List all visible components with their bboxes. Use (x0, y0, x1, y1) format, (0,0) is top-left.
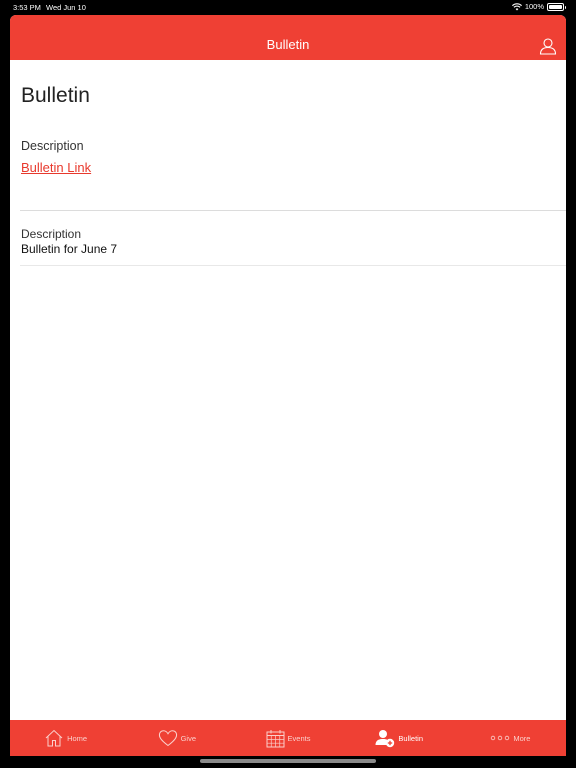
description-label-2: Description (21, 227, 82, 241)
tab-give[interactable]: Give (121, 720, 232, 756)
tab-more[interactable]: More (455, 720, 566, 756)
heart-icon (158, 730, 177, 747)
tab-bulletin-label: Bulletin (398, 733, 424, 743)
tab-give-label: Give (180, 733, 197, 743)
bulletin-link[interactable]: Bulletin Link (21, 160, 91, 175)
tab-bulletin[interactable]: Bulletin (344, 720, 455, 756)
description-label: Description (21, 139, 84, 153)
description-value: Bulletin for June 7 (21, 242, 118, 256)
status-right: 100% (511, 2, 566, 11)
tab-bar: Home Give Events Bulletin More (10, 720, 566, 756)
tab-home-label: Home (67, 733, 88, 743)
home-icon (45, 729, 63, 747)
more-dots-icon (491, 735, 510, 741)
tab-more-label: More (513, 733, 531, 743)
battery-icon (547, 2, 566, 11)
person-outline-icon[interactable] (539, 37, 557, 55)
battery-percent: 100% (524, 2, 544, 11)
status-time: 3:53 PM (13, 3, 41, 12)
wifi-icon (511, 2, 522, 10)
add-person-icon (375, 729, 395, 747)
page-title: Bulletin (21, 84, 90, 107)
home-indicator[interactable] (200, 759, 376, 763)
divider-2 (20, 265, 566, 266)
status-bar: 3:53 PM Wed Jun 10 100% (0, 0, 576, 14)
tab-events[interactable]: Events (232, 720, 343, 756)
divider (20, 210, 566, 211)
nav-title: Bulletin (266, 37, 310, 52)
nav-bar: Bulletin (10, 15, 566, 60)
app-window: Bulletin Bulletin Description Bulletin L… (10, 15, 566, 756)
tab-home[interactable]: Home (10, 720, 121, 756)
status-date: Wed Jun 10 (46, 3, 86, 12)
tab-events-label: Events (287, 733, 311, 743)
calendar-icon (266, 729, 285, 747)
